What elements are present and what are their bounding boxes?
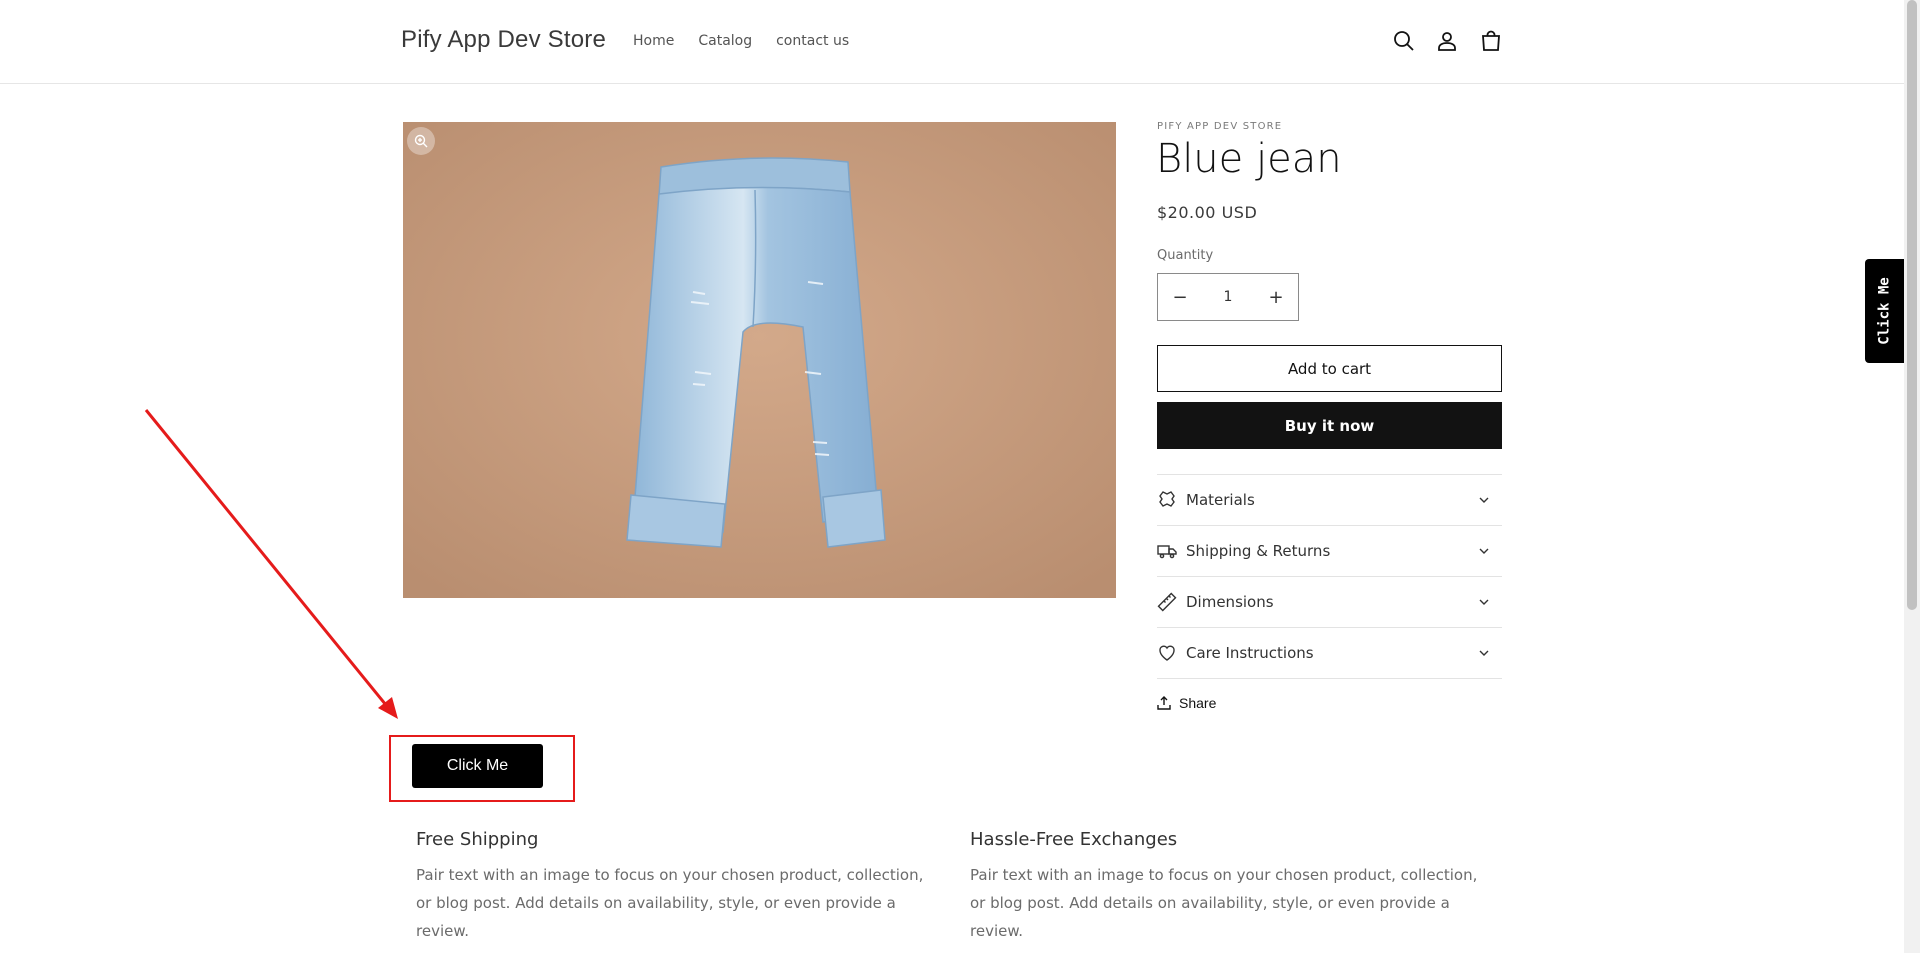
product-price: $20.00 USD: [1157, 203, 1258, 222]
nav-catalog[interactable]: Catalog: [698, 33, 752, 49]
account-icon[interactable]: [1434, 28, 1460, 54]
share-button[interactable]: Share: [1157, 695, 1216, 711]
feature-text: Pair text with an image to focus on your…: [970, 866, 1478, 940]
accordion-label: Shipping & Returns: [1186, 542, 1331, 560]
heart-icon: [1157, 643, 1177, 663]
accordion-shipping-returns[interactable]: Shipping & Returns: [1157, 525, 1502, 576]
accordion-label: Care Instructions: [1186, 644, 1314, 662]
feature-title-exchanges: Hassle-Free Exchanges: [970, 829, 1178, 850]
side-click-me-tab[interactable]: Click Me: [1865, 259, 1904, 363]
quantity-decrease-button[interactable]: −: [1158, 274, 1202, 320]
ruler-icon: [1157, 592, 1177, 612]
product-vendor: PIFY APP DEV STORE: [1157, 121, 1283, 132]
main-nav: Home Catalog contact us: [633, 33, 849, 49]
product-title: Blue jean: [1156, 136, 1342, 182]
accordion-label: Materials: [1186, 491, 1255, 509]
nav-contact[interactable]: contact us: [776, 33, 849, 49]
accordion-divider: [1157, 678, 1502, 679]
accordion-dimensions[interactable]: Dimensions: [1157, 576, 1502, 627]
store-name[interactable]: Pify App Dev Store: [401, 26, 606, 54]
scrollbar-thumb[interactable]: [1907, 0, 1917, 610]
add-to-cart-button[interactable]: Add to cart: [1157, 345, 1502, 392]
product-image[interactable]: [403, 122, 1116, 598]
chevron-down-icon: [1479, 650, 1489, 656]
click-me-button[interactable]: Click Me: [412, 744, 543, 788]
zoom-icon[interactable]: [407, 127, 435, 155]
truck-icon: [1157, 541, 1177, 561]
quantity-stepper: − 1 +: [1157, 273, 1299, 321]
feature-title-free-shipping: Free Shipping: [416, 829, 539, 850]
side-tab-label: Click Me: [1876, 277, 1893, 345]
quantity-increase-button[interactable]: +: [1254, 274, 1298, 320]
materials-icon: [1157, 490, 1177, 510]
share-label: Share: [1179, 695, 1217, 711]
nav-home[interactable]: Home: [633, 33, 674, 49]
quantity-input[interactable]: 1: [1203, 289, 1253, 305]
chevron-down-icon: [1479, 548, 1489, 554]
chevron-down-icon: [1479, 497, 1489, 503]
feature-text: Pair text with an image to focus on your…: [416, 866, 924, 940]
page: Pify App Dev Store Home Catalog contact …: [0, 0, 1904, 953]
accordion-care-instructions[interactable]: Care Instructions: [1157, 627, 1502, 678]
search-icon[interactable]: [1391, 28, 1417, 54]
share-icon: [1157, 696, 1171, 710]
accordion-materials[interactable]: Materials: [1157, 474, 1502, 525]
cart-icon[interactable]: [1478, 28, 1504, 54]
accordion-label: Dimensions: [1186, 593, 1274, 611]
buy-now-button[interactable]: Buy it now: [1157, 402, 1502, 449]
quantity-label: Quantity: [1157, 248, 1214, 263]
site-header: Pify App Dev Store Home Catalog contact …: [0, 0, 1904, 84]
chevron-down-icon: [1479, 599, 1489, 605]
